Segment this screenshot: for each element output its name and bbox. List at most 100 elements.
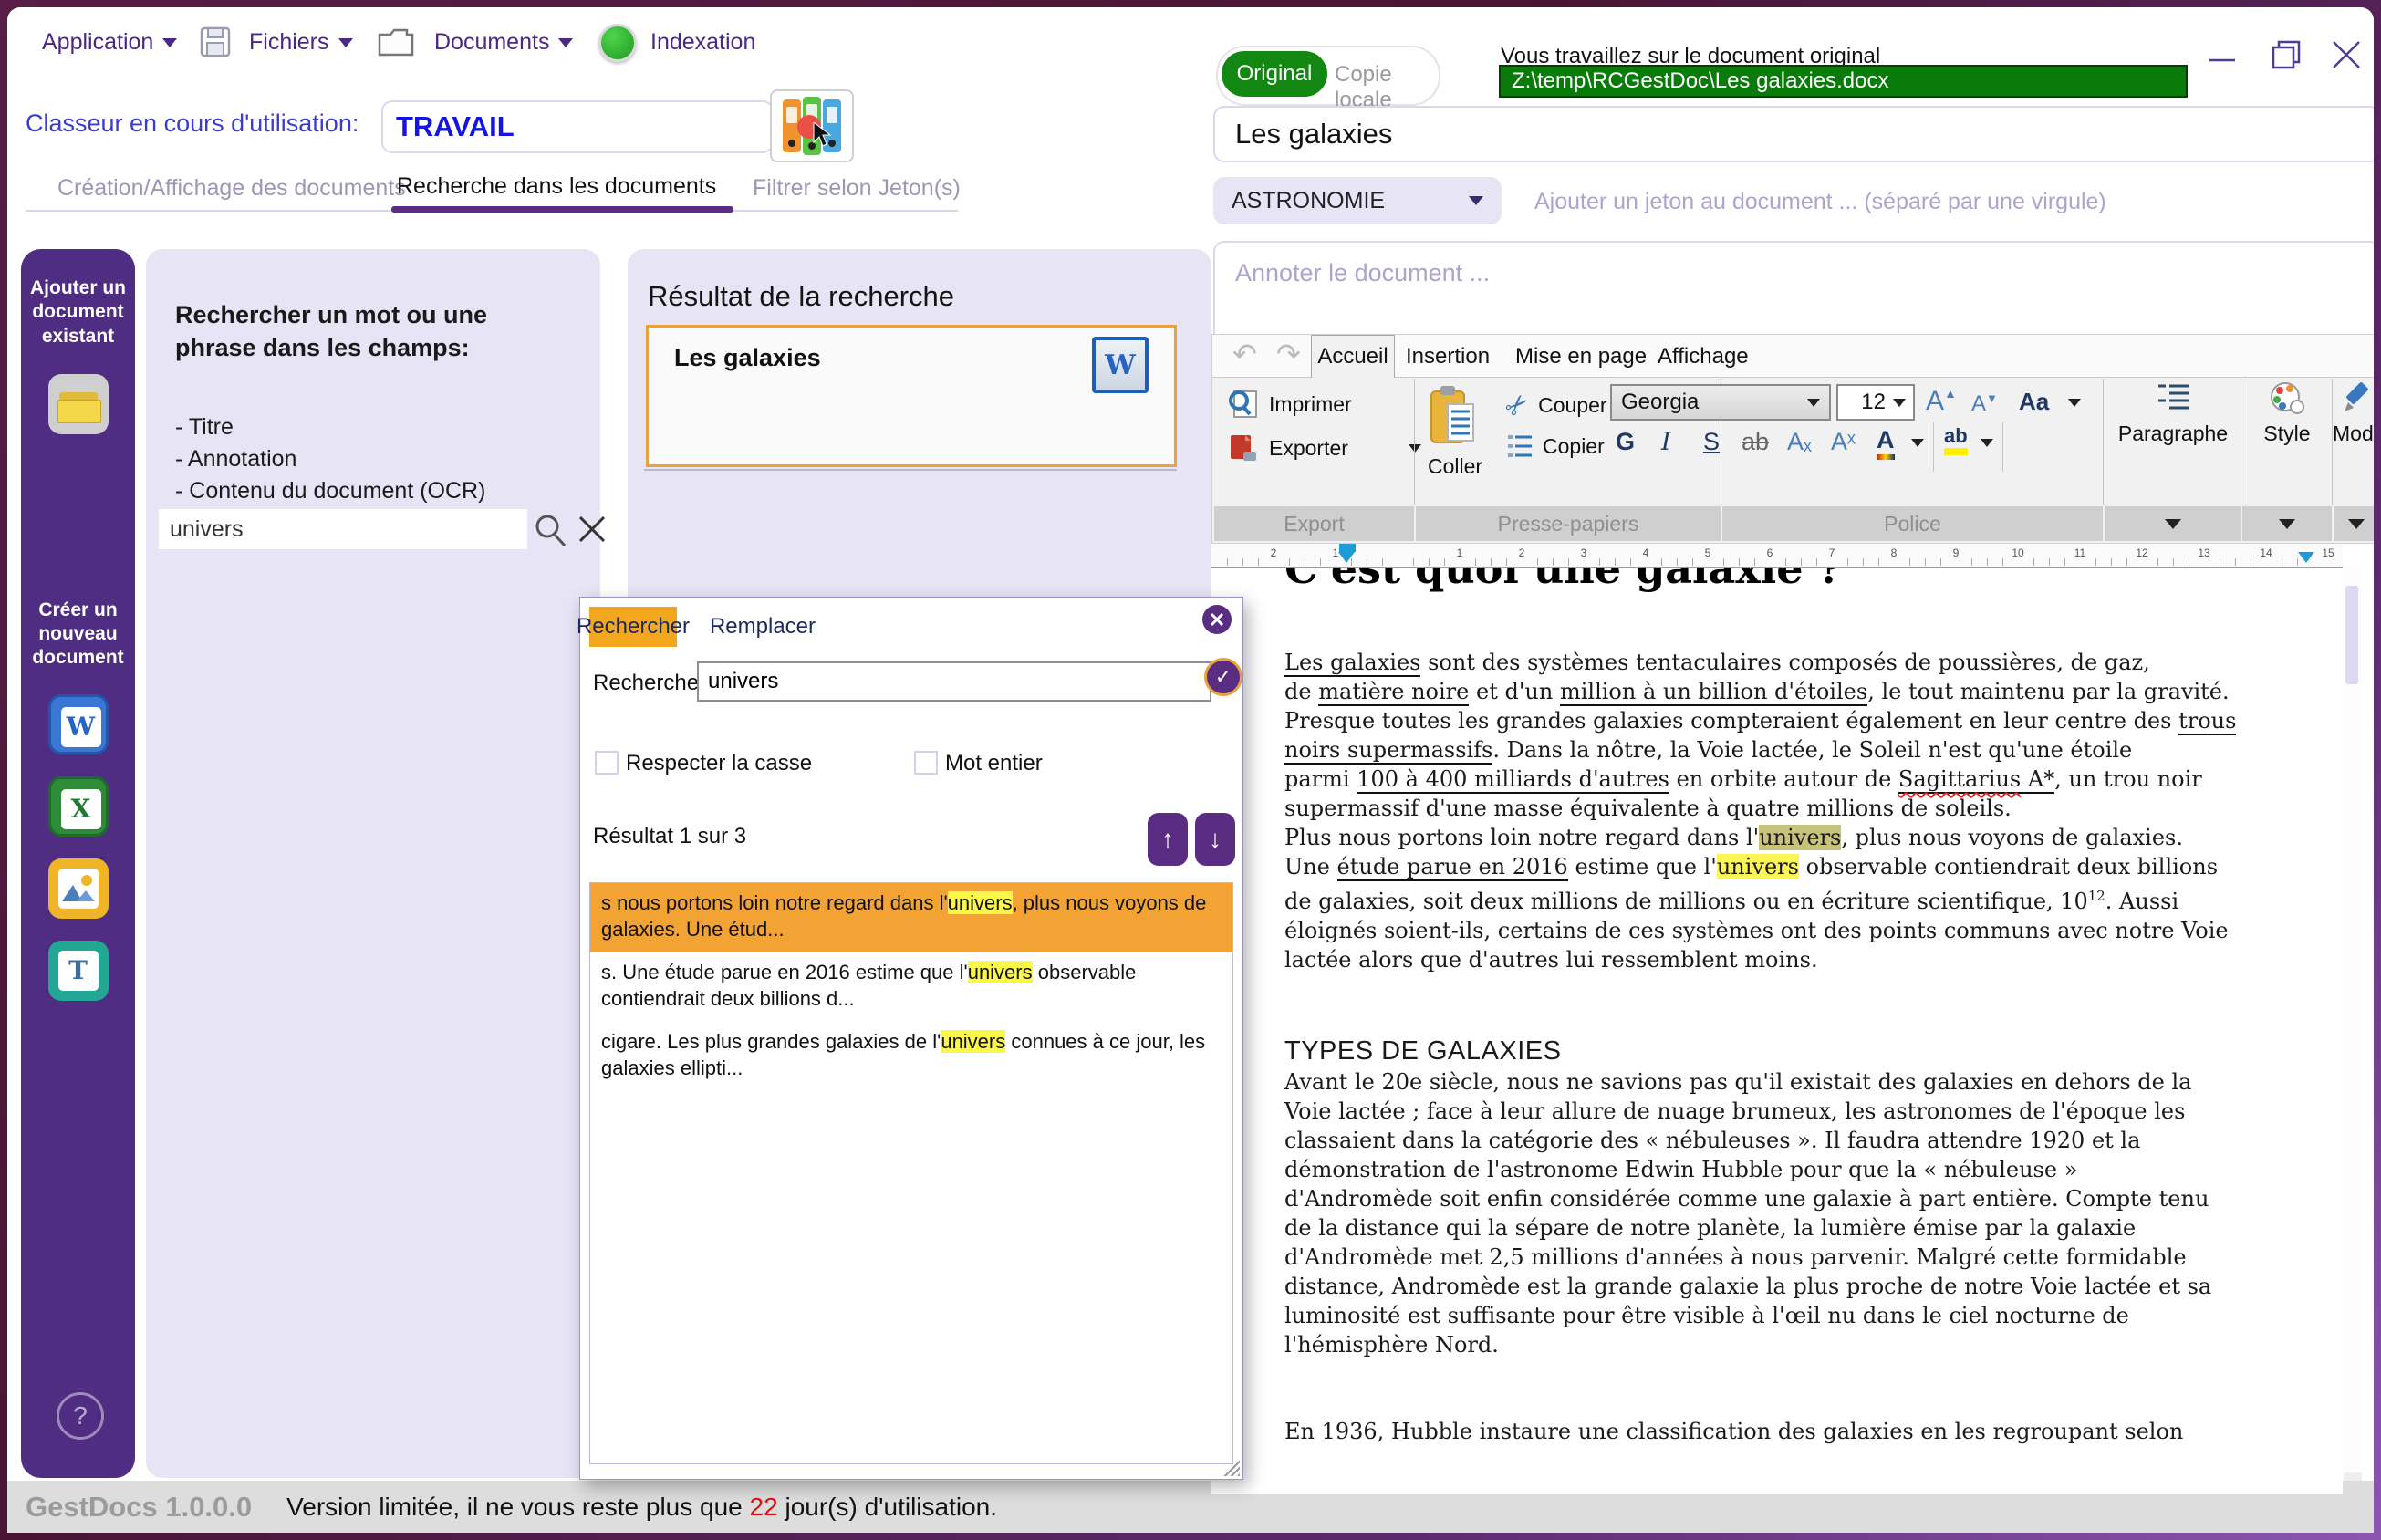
binders-button[interactable]: [770, 89, 854, 162]
window-content: Application Fichiers Documents Indexatio…: [7, 7, 2374, 1533]
menu-application[interactable]: Application: [42, 29, 177, 56]
pdf-export-icon: [1227, 432, 1260, 464]
exporter-button[interactable]: Exporter: [1227, 432, 1421, 464]
version-toggle[interactable]: Original Copie locale: [1216, 46, 1440, 106]
match-case-label: Respecter la casse: [626, 751, 812, 776]
paragraphe-button[interactable]: Paragraphe: [2106, 380, 2240, 446]
group-paragraphe-expand[interactable]: [2105, 506, 2241, 541]
italic-button[interactable]: I: [1661, 428, 1671, 456]
highlight-button[interactable]: ab: [1944, 424, 1968, 455]
chevron-down-icon: [558, 38, 573, 47]
chevron-down-icon[interactable]: [1981, 439, 1993, 447]
superscript-button[interactable]: Aˣ: [1831, 428, 1856, 456]
search-field-titre: - Titre: [175, 412, 600, 442]
open-folder-button[interactable]: [48, 374, 109, 434]
paragraph-icon: [2155, 380, 2191, 417]
ribbon-tab-accueil[interactable]: Accueil: [1311, 335, 1395, 378]
token-dropdown[interactable]: ASTRONOMIE: [1213, 177, 1502, 224]
font-color-button[interactable]: A: [1877, 426, 1895, 460]
right-indent-marker[interactable]: [2298, 552, 2314, 563]
menu-documents[interactable]: Documents: [434, 29, 573, 56]
change-case-button[interactable]: Aa: [2019, 388, 2049, 416]
undo-icon[interactable]: ↶: [1232, 337, 1257, 371]
group-modification-expand[interactable]: [2334, 506, 2374, 541]
original-toggle[interactable]: Original: [1222, 51, 1327, 97]
ribbon: ↶ ↷ Insertion Mise en page Affichage Acc…: [1211, 334, 2374, 544]
chevron-down-icon[interactable]: [1911, 439, 1924, 447]
token-input[interactable]: [1533, 181, 2339, 223]
imprimer-button[interactable]: Imprimer: [1227, 388, 1352, 421]
results-title: Résultat de la recherche: [648, 280, 1211, 313]
find-result-row[interactable]: cigare. Les plus grandes galaxies de l'u…: [590, 1022, 1232, 1091]
save-icon[interactable]: [199, 26, 232, 58]
find-input[interactable]: [697, 661, 1211, 702]
help-button[interactable]: ?: [57, 1392, 104, 1440]
search-icon[interactable]: [533, 512, 569, 548]
result-card[interactable]: Les galaxies W: [646, 325, 1177, 467]
vertical-scroll-thumb[interactable]: [2345, 586, 2358, 684]
copier-button[interactable]: Copier: [1506, 433, 1605, 459]
redo-icon[interactable]: ↷: [1276, 337, 1301, 371]
group-style-expand[interactable]: [2242, 506, 2332, 541]
doc-title-input[interactable]: [1213, 106, 2374, 162]
new-excel-button[interactable]: X: [48, 776, 109, 837]
new-image-button[interactable]: [48, 858, 109, 919]
bold-button[interactable]: G: [1616, 428, 1635, 456]
ribbon-tab-mise-en-page[interactable]: Mise en page: [1515, 344, 1647, 369]
separator: [1933, 422, 1934, 472]
maximize-button[interactable]: [2266, 35, 2306, 75]
left-indent-marker[interactable]: [1338, 552, 1355, 563]
document-paragraph-2: Avant le 20e siècle, nous ne savions pas…: [1284, 1067, 2306, 1359]
word-doc-icon: W: [1092, 337, 1149, 393]
folder-icon[interactable]: [376, 24, 416, 60]
group-separator: [2103, 379, 2104, 505]
font-family-select[interactable]: Georgia: [1610, 384, 1831, 421]
minimize-button[interactable]: [2202, 40, 2242, 73]
strikethrough-button[interactable]: ab: [1742, 428, 1769, 456]
modification-button[interactable]: Modification: [2333, 380, 2374, 446]
new-text-button[interactable]: T: [48, 941, 109, 1001]
ribbon-tab-insertion[interactable]: Insertion: [1406, 344, 1490, 369]
dialog-tab-rechercher[interactable]: Rechercher: [589, 607, 677, 647]
search-field-annotation: - Annotation: [175, 444, 600, 474]
app-window: Application Fichiers Documents Indexatio…: [0, 0, 2381, 1540]
find-count: Résultat 1 sur 3: [593, 824, 746, 849]
tab-creation-affichage[interactable]: Création/Affichage des documents: [57, 175, 406, 202]
dialog-close-button[interactable]: [1202, 605, 1232, 634]
document-page[interactable]: C'est quoi une galaxie ? Les galaxies so…: [1211, 567, 2343, 1494]
close-window-button[interactable]: [2326, 35, 2366, 75]
chevron-down-icon: [338, 38, 353, 47]
coller-button[interactable]: Coller: [1428, 384, 1482, 479]
prev-result-button[interactable]: ↑: [1148, 813, 1188, 866]
confirm-search-button[interactable]: ✓: [1204, 658, 1242, 696]
text-doc-icon: T: [58, 951, 99, 991]
underline-button[interactable]: S: [1703, 428, 1720, 456]
subscript-button[interactable]: Aₓ: [1787, 428, 1812, 456]
match-case-checkbox[interactable]: [595, 751, 619, 775]
shrink-font-button[interactable]: A▼: [1971, 391, 1998, 417]
grow-font-button[interactable]: A▲: [1926, 386, 1957, 417]
scissors-icon: ✂: [1498, 386, 1537, 425]
search-input[interactable]: [159, 509, 527, 549]
find-result-row[interactable]: s nous portons loin notre regard dans l'…: [590, 883, 1232, 952]
find-result-row[interactable]: s. Une étude parue en 2016 estime que l'…: [590, 952, 1232, 1022]
font-size-select[interactable]: 12: [1836, 384, 1915, 421]
new-word-button[interactable]: W: [48, 694, 109, 754]
ribbon-tab-affichage[interactable]: Affichage: [1658, 344, 1749, 369]
indent-marker-top[interactable]: [1339, 544, 1356, 552]
style-button[interactable]: Style: [2243, 380, 2331, 446]
couper-button[interactable]: ✂ Couper: [1506, 390, 1607, 421]
group-export: Export: [1214, 506, 1414, 541]
whole-word-checkbox[interactable]: [914, 751, 938, 775]
clear-search-icon[interactable]: [577, 514, 608, 545]
active-tab-underline: [391, 206, 733, 213]
tab-recherche-documents[interactable]: Recherche dans les documents: [397, 173, 716, 200]
menu-fichiers[interactable]: Fichiers: [249, 29, 353, 56]
classeur-input[interactable]: [381, 100, 774, 153]
tab-filtrer-jetons[interactable]: Filtrer selon Jeton(s): [753, 175, 961, 202]
next-result-button[interactable]: ↓: [1195, 813, 1235, 866]
ruler[interactable]: 21123456789101112131415: [1211, 544, 2343, 568]
dialog-tab-remplacer[interactable]: Remplacer: [708, 607, 817, 647]
menu-indexation[interactable]: Indexation: [650, 29, 755, 56]
vertical-scrollbar[interactable]: [2341, 567, 2362, 1494]
